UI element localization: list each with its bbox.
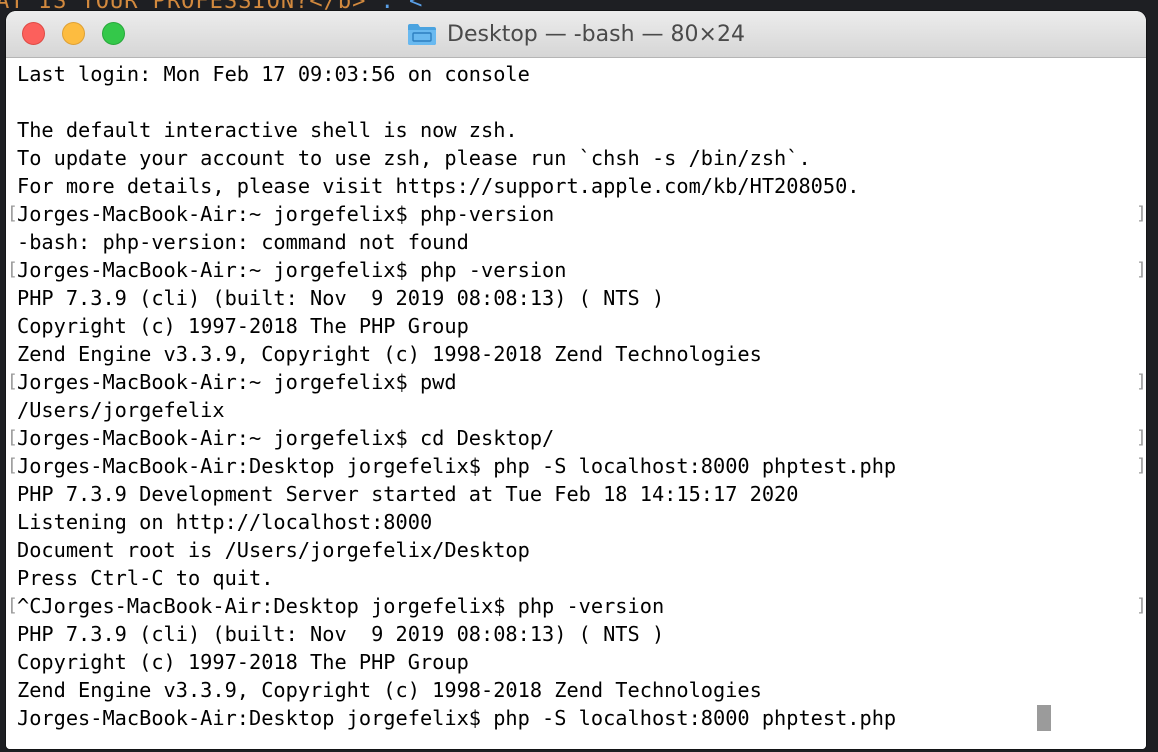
terminal-line: Jorges-MacBook-Air:Desktop jorgefelix$ p… [17,454,897,478]
line-mark-right: ] [1136,427,1146,448]
text-cursor [1037,705,1051,731]
terminal-line: Press Ctrl-C to quit. [17,566,274,590]
line-mark-left: [ [7,203,18,224]
folder-icon [407,22,437,46]
title-bar[interactable]: Desktop — -bash — 80×24 [6,11,1146,58]
terminal-window: Desktop — -bash — 80×24 Last login: Mon … [6,11,1146,749]
terminal-line: PHP 7.3.9 (cli) (built: Nov 9 2019 08:08… [17,622,665,646]
window-title: Desktop — -bash — 80×24 [6,11,1146,57]
window-title-text: Desktop — -bash — 80×24 [447,21,745,47]
line-mark-left: [ [7,427,18,448]
terminal-line: PHP 7.3.9 (cli) (built: Nov 9 2019 08:08… [17,286,665,310]
terminal-line: Last login: Mon Feb 17 09:03:56 on conso… [17,62,530,86]
terminal-line: Document root is /Users/jorgefelix/Deskt… [17,538,530,562]
terminal-line: Jorges-MacBook-Air:~ jorgefelix$ cd Desk… [17,426,555,450]
terminal-line: The default interactive shell is now zsh… [17,118,518,142]
terminal-line: Zend Engine v3.3.9, Copyright (c) 1998-2… [17,678,762,702]
terminal-line: /Users/jorgefelix [17,398,225,422]
terminal-line: Listening on http://localhost:8000 [17,510,433,534]
terminal-line: Jorges-MacBook-Air:~ jorgefelix$ php-ver… [17,202,555,226]
terminal-line: For more details, please visit https://s… [17,174,860,198]
terminal-line: Copyright (c) 1997-2018 The PHP Group [17,314,469,338]
terminal-line: Copyright (c) 1997-2018 The PHP Group [17,650,469,674]
line-mark-right: ] [1136,595,1146,616]
terminal-output[interactable]: Last login: Mon Feb 17 09:03:56 on conso… [6,58,1146,749]
terminal-line: Jorges-MacBook-Air:Desktop jorgefelix$ p… [17,706,897,730]
terminal-line: Jorges-MacBook-Air:~ jorgefelix$ php -ve… [17,258,567,282]
terminal-line: To update your account to use zsh, pleas… [17,146,811,170]
terminal-line: ^CJorges-MacBook-Air:Desktop jorgefelix$… [17,594,665,618]
line-mark-right: ] [1136,203,1146,224]
terminal-line: Jorges-MacBook-Air:~ jorgefelix$ pwd [17,370,457,394]
line-mark-right: ] [1136,371,1146,392]
terminal-line: Zend Engine v3.3.9, Copyright (c) 1998-2… [17,342,762,366]
line-mark-right: ] [1136,455,1146,476]
line-mark-left: [ [7,259,18,280]
line-mark-right: ] [1136,259,1146,280]
line-mark-left: [ [7,371,18,392]
line-mark-left: [ [7,455,18,476]
line-mark-left: [ [7,595,18,616]
terminal-line: -bash: php-version: command not found [17,230,469,254]
terminal-line: PHP 7.3.9 Development Server started at … [17,482,799,506]
